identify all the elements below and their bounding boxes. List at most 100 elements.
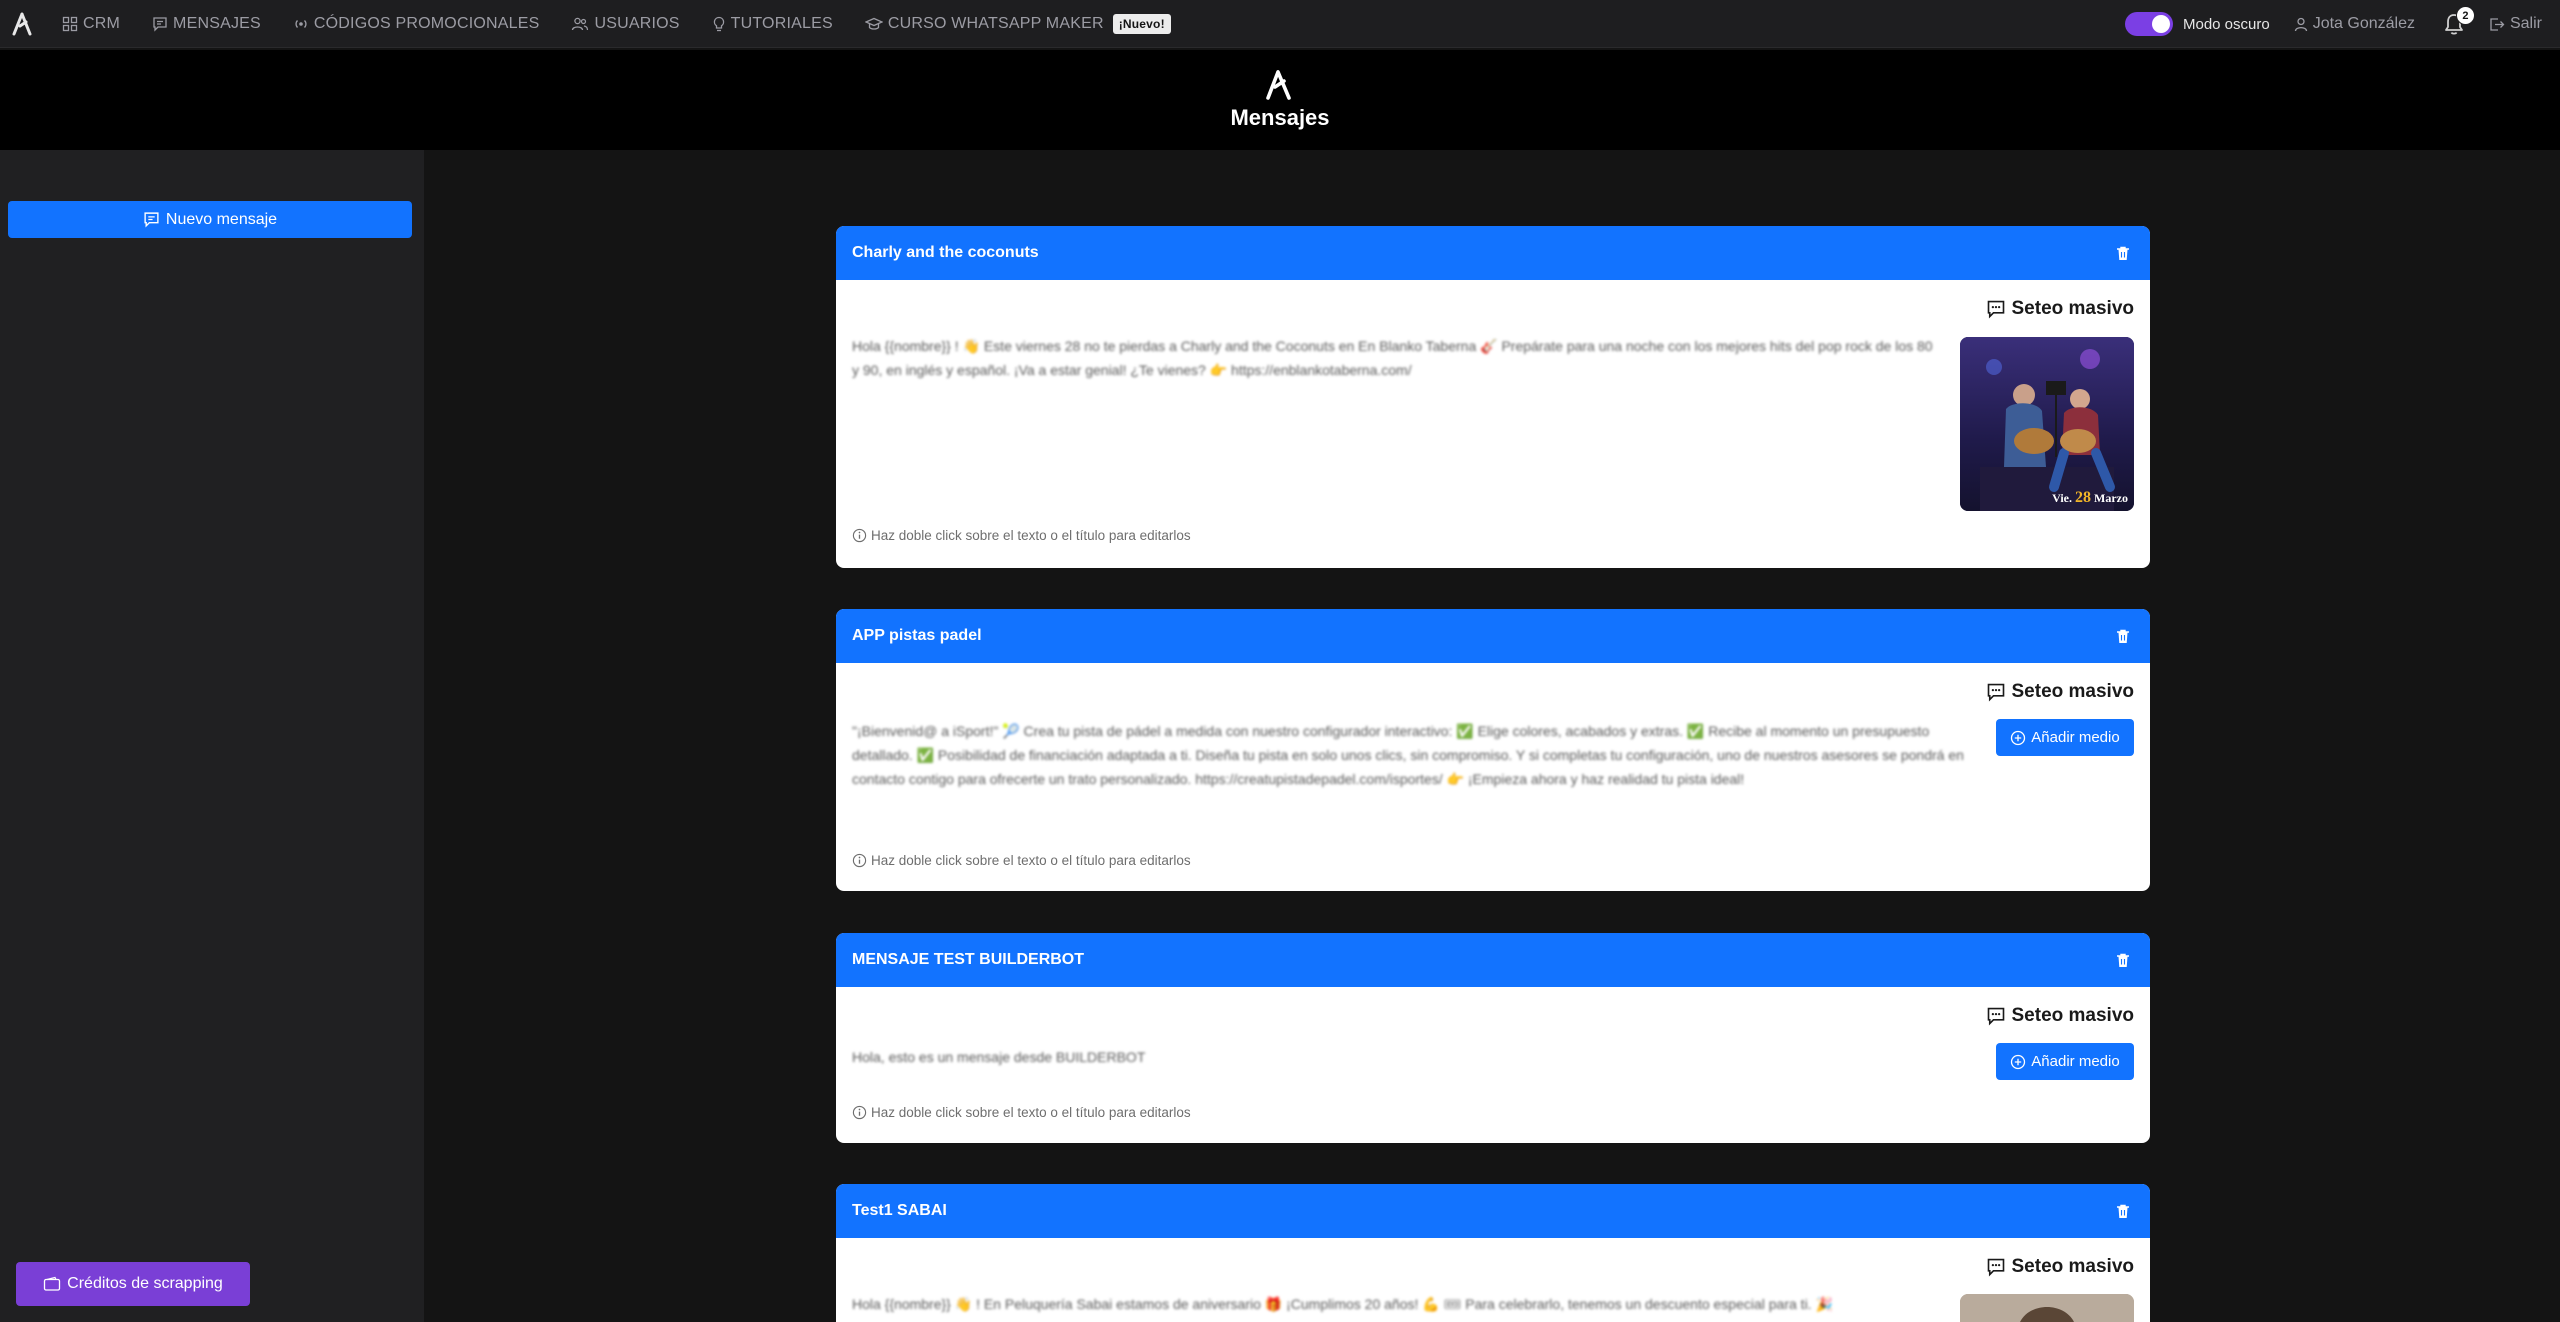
- edit-hint-text: Haz doble click sobre el texto o el títu…: [871, 853, 1191, 868]
- wallet-icon: [44, 1276, 61, 1291]
- delete-message-button[interactable]: [2112, 242, 2134, 264]
- logout-label: Salir: [2509, 15, 2542, 32]
- message-card: Test1 SABAI Seteo masivo Hola {{nombre}}…: [836, 1184, 2150, 1322]
- user-icon: [2294, 17, 2307, 31]
- message-plus-icon: [144, 212, 159, 228]
- message-text[interactable]: "¡Bienvenid@ a iSport!" 🎾 Crea tu pista …: [852, 719, 1976, 791]
- send-mode-text: Seteo masivo: [2011, 681, 2135, 702]
- chat-dots-icon: [1987, 300, 2004, 319]
- logo-icon: [12, 12, 32, 35]
- trash-icon: [2117, 1204, 2129, 1218]
- new-badge: ¡Nuevo!: [1112, 13, 1171, 34]
- scrapping-credits-label: Créditos de scrapping: [67, 1275, 223, 1292]
- new-message-button[interactable]: Nuevo mensaje: [8, 201, 412, 238]
- graduation-cap-icon: [864, 17, 883, 30]
- salon-photo: [1960, 1294, 2134, 1322]
- delete-message-button[interactable]: [2112, 1200, 2134, 1222]
- trash-icon: [2117, 953, 2129, 967]
- message-title[interactable]: MENSAJE TEST BUILDERBOT: [852, 951, 1084, 969]
- user-name: Jota González: [2312, 15, 2415, 32]
- edit-hint: Haz doble click sobre el texto o el títu…: [852, 1105, 1191, 1120]
- info-icon: [852, 1105, 867, 1120]
- nav-tutoriales-label: TUTORIALES: [730, 14, 833, 32]
- send-mode-text: Seteo masivo: [2011, 1005, 2135, 1026]
- image-date-day: 28: [2075, 489, 2092, 506]
- nav-curso-whatsapp-maker[interactable]: CURSO WHATSAPP MAKER ¡Nuevo!: [849, 0, 1187, 48]
- nav-usuarios[interactable]: USUARIOS: [555, 0, 695, 48]
- nav-mensajes[interactable]: MENSAJES: [136, 0, 277, 48]
- dark-mode-toggle[interactable]: [2124, 12, 2173, 36]
- send-mode-label: Seteo masivo: [1986, 298, 2135, 320]
- message-title[interactable]: Charly and the coconuts: [852, 244, 1039, 262]
- nav-codigos-promocionales[interactable]: CÓDIGOS PROMOCIONALES: [277, 0, 556, 48]
- trash-icon: [2117, 246, 2129, 260]
- add-media-label: Añadir medio: [2031, 1053, 2120, 1070]
- edit-hint-text: Haz doble click sobre el texto o el títu…: [871, 528, 1191, 543]
- plus-circle-icon: [2011, 730, 2026, 745]
- info-icon: [852, 528, 867, 543]
- delete-message-button[interactable]: [2112, 949, 2134, 971]
- message-image[interactable]: [1960, 1294, 2134, 1322]
- nav-right-group: Modo oscuro Jota González 2 Salir: [2124, 0, 2560, 48]
- notifications-button[interactable]: 2: [2441, 6, 2475, 39]
- chat-dots-icon: [1987, 683, 2004, 702]
- edit-hint: Haz doble click sobre el texto o el títu…: [852, 528, 1191, 543]
- message-card-body: Seteo masivo Hola {{nombre}} 👋 ! En Pelu…: [836, 1238, 2150, 1322]
- message-card-body: Seteo masivo "¡Bienvenid@ a iSport!" 🎾 C…: [836, 663, 2150, 891]
- message-card-body: Seteo masivo Hola, esto es un mensaje de…: [836, 987, 2150, 1143]
- logout-link[interactable]: Salir: [2489, 15, 2542, 33]
- sidebar: Nuevo mensaje Créditos de scrapping: [0, 150, 424, 1322]
- broadcast-icon: [295, 19, 307, 28]
- delete-message-button[interactable]: [2112, 625, 2134, 647]
- nav-crm-label: CRM: [83, 14, 121, 32]
- message-title[interactable]: APP pistas padel: [852, 627, 982, 645]
- app-logo[interactable]: [2, 0, 46, 48]
- edit-hint: Haz doble click sobre el texto o el títu…: [852, 853, 1191, 868]
- send-mode-text: Seteo masivo: [2011, 1256, 2135, 1277]
- chat-dots-icon: [1987, 1258, 2004, 1277]
- concert-photo: [1960, 337, 2134, 511]
- message-card: APP pistas padel Seteo masivo "¡Bienveni…: [836, 609, 2150, 891]
- message-card-header: Test1 SABAI: [836, 1184, 2150, 1238]
- image-date-prefix: Vie.: [2052, 491, 2073, 505]
- nav-usuarios-label: USUARIOS: [594, 14, 680, 32]
- nav-mensajes-label: MENSAJES: [173, 14, 261, 32]
- top-navbar: CRM MENSAJES CÓDIGOS PROMOCIONALES USUAR…: [0, 0, 2560, 48]
- send-mode-label: Seteo masivo: [1986, 1005, 2135, 1027]
- nav-tutoriales[interactable]: TUTORIALES: [696, 0, 849, 48]
- scrapping-credits-button[interactable]: Créditos de scrapping: [16, 1262, 250, 1306]
- send-mode-label: Seteo masivo: [1986, 1256, 2135, 1278]
- send-mode-text: Seteo masivo: [2011, 298, 2135, 319]
- plus-circle-icon: [2011, 1054, 2026, 1069]
- image-date-month: Marzo: [2094, 491, 2128, 505]
- add-media-label: Añadir medio: [2031, 729, 2120, 746]
- message-icon: [153, 16, 167, 32]
- new-message-label: Nuevo mensaje: [165, 210, 278, 228]
- message-card-body: Seteo masivo Hola {{nombre}} ! 👋 Este vi…: [836, 280, 2150, 568]
- message-image[interactable]: Vie. 28 Marzo: [1960, 337, 2134, 511]
- message-card: Charly and the coconuts Seteo masivo Hol…: [836, 226, 2150, 568]
- message-card: MENSAJE TEST BUILDERBOT Seteo masivo Hol…: [836, 933, 2150, 1143]
- message-text[interactable]: Hola {{nombre}} ! 👋 Este viernes 28 no t…: [852, 334, 1942, 382]
- message-card-header: MENSAJE TEST BUILDERBOT: [836, 933, 2150, 987]
- chat-dots-icon: [1987, 1007, 2004, 1026]
- message-text[interactable]: Hola, esto es un mensaje desde BUILDERBO…: [852, 1045, 1976, 1069]
- grid-icon: [62, 16, 78, 31]
- add-media-button[interactable]: Añadir medio: [1996, 1043, 2134, 1080]
- user-profile-link[interactable]: Jota González: [2294, 15, 2415, 33]
- dark-mode-label: Modo oscuro: [2182, 15, 2270, 33]
- add-media-button[interactable]: Añadir medio: [1996, 719, 2134, 756]
- nav-crm[interactable]: CRM: [46, 0, 136, 48]
- page-header: Mensajes: [0, 50, 2560, 150]
- users-icon: [572, 17, 589, 30]
- message-card-header: APP pistas padel: [836, 609, 2150, 663]
- image-date-caption: Vie. 28 Marzo: [2052, 489, 2128, 507]
- trash-icon: [2117, 629, 2129, 643]
- logout-icon: [2490, 17, 2505, 31]
- page-title: Mensajes: [1230, 105, 1330, 130]
- message-text[interactable]: Hola {{nombre}} 👋 ! En Peluquería Sabai …: [852, 1292, 1942, 1316]
- edit-hint-text: Haz doble click sobre el texto o el títu…: [871, 1105, 1191, 1120]
- lightbulb-icon: [713, 16, 724, 31]
- message-title[interactable]: Test1 SABAI: [852, 1202, 947, 1220]
- info-icon: [852, 853, 867, 868]
